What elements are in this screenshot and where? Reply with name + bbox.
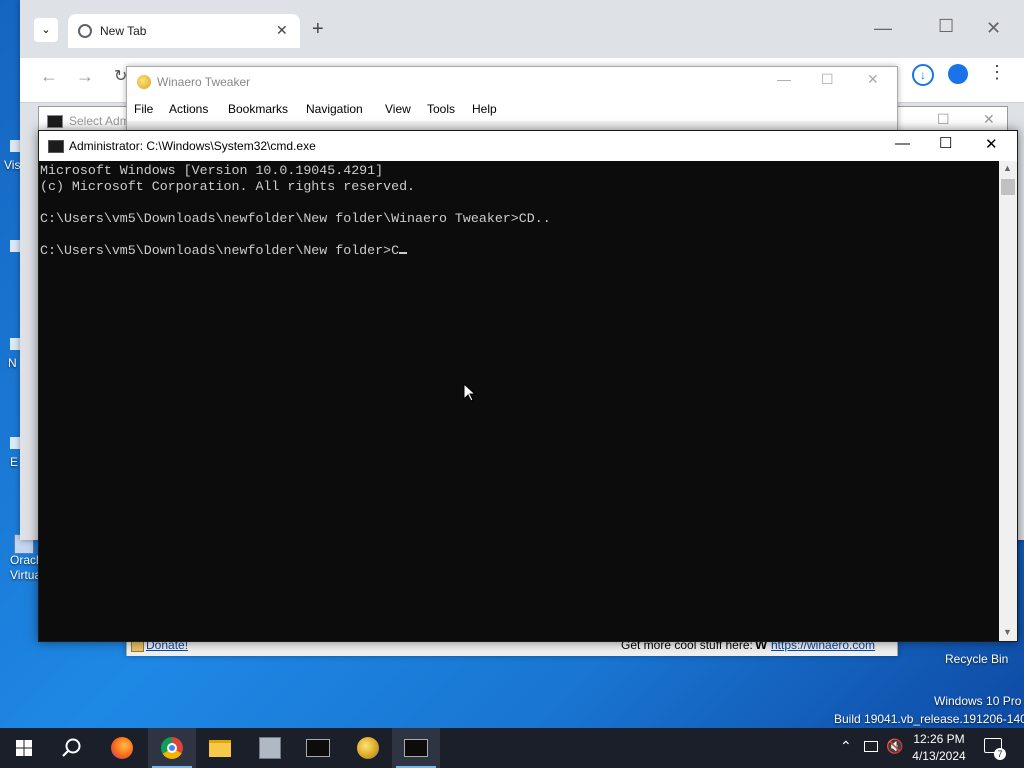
cmd-window-icon [48,140,64,153]
taskbar-search-button[interactable] [48,728,96,768]
chrome-menu-icon[interactable]: ⋮ [988,62,1006,83]
windows-build-watermark: Build 19041.vb_release.191206-1406 [834,712,1024,726]
tab-new-tab[interactable]: New Tab ✕ [68,14,300,48]
cmd-titlebar[interactable]: Administrator: C:\Windows\System32\cmd.e… [39,131,1017,161]
firefox-icon [111,737,133,759]
cmd-active-icon [404,739,428,757]
windows-logo-icon [16,740,32,756]
winaero-icon [357,737,379,759]
new-tab-button[interactable]: + [312,18,324,41]
taskbar-winaero[interactable] [344,728,392,768]
menu-navigation[interactable]: Navigation [306,102,363,116]
winaero-title: Winaero Tweaker [157,75,251,89]
scrollbar-thumb[interactable] [1001,179,1015,195]
menu-actions[interactable]: Actions [169,102,208,116]
console-line: (c) Microsoft Corporation. All rights re… [40,179,416,194]
text-cursor [399,252,408,254]
menu-bookmarks[interactable]: Bookmarks [228,102,288,116]
scroll-down-icon[interactable]: ▼ [1003,627,1012,637]
select-admin-close-icon[interactable]: ✕ [983,111,995,128]
menu-tools[interactable]: Tools [427,102,455,116]
winaero-minimize-icon[interactable]: — [777,71,791,87]
winaero-menubar: File Actions Bookmarks Navigation View T… [127,97,897,121]
tab-close-icon[interactable]: ✕ [276,22,288,39]
clock-time[interactable]: 12:26 PM [904,732,974,746]
taskbar-file-explorer[interactable] [196,728,244,768]
chrome-close-icon[interactable]: ✕ [986,18,1001,39]
taskbar-firefox[interactable] [98,728,146,768]
chrome-minimize-icon[interactable]: — [874,18,892,39]
desktop-icon-label-oracle[interactable]: Oracl Virtua [10,553,41,583]
tab-title: New Tab [100,24,147,38]
network-tool-icon [259,737,281,759]
chrome-icon [161,737,183,759]
select-admin-maximize-icon[interactable]: ☐ [937,111,950,128]
cmd-minimize-icon[interactable]: — [895,135,910,152]
search-icon [62,738,81,757]
clock-date[interactable]: 4/13/2024 [904,749,974,763]
chrome-tab-strip: ⌄ New Tab ✕ + — ☐ ✕ [20,0,1024,58]
menu-help[interactable]: Help [472,102,497,116]
cmd-window[interactable]: Administrator: C:\Windows\System32\cmd.e… [38,130,1018,642]
chrome-maximize-icon[interactable]: ☐ [938,16,954,37]
forward-arrow-icon[interactable]: → [76,66,94,87]
volume-muted-icon[interactable]: 🔇 [886,738,903,755]
desktop-icon-label-e[interactable]: E [10,455,18,469]
tab-search-button[interactable]: ⌄ [34,18,58,42]
file-explorer-icon [209,740,231,757]
cmd-maximize-icon[interactable]: ☐ [939,134,952,152]
console-line: C:\Users\vm5\Downloads\newfolder\New fol… [40,243,400,258]
scroll-up-icon[interactable]: ▲ [1003,163,1012,173]
cmd-scrollbar[interactable]: ▲ ▼ [999,161,1017,641]
console-window-icon [47,115,63,128]
console-line: Microsoft Windows [Version 10.0.19045.42… [40,163,384,178]
taskbar-network-tool[interactable] [246,728,294,768]
desktop-icon-label-n[interactable]: N [8,356,17,370]
menu-view[interactable]: View [385,102,411,116]
profile-avatar-icon[interactable] [948,64,968,84]
taskbar-cmd[interactable] [294,728,342,768]
start-button[interactable] [0,728,48,768]
chevron-down-icon: ⌄ [41,24,51,36]
winaero-logo-icon [137,75,151,89]
mouse-cursor-icon [463,383,477,402]
console-prompt-line: C:\Users\vm5\Downloads\newfolder\New fol… [40,243,999,259]
desktop-icon-label-vis[interactable]: Vis [4,158,20,172]
download-icon[interactable]: ↓ [912,64,934,86]
back-arrow-icon[interactable]: ← [40,66,58,87]
cmd-icon [306,739,330,757]
taskbar-cmd-active[interactable] [392,728,440,768]
console-line: C:\Users\vm5\Downloads\newfolder\New fol… [40,211,551,226]
taskbar-chrome[interactable] [148,728,196,768]
tray-chevron-up-icon[interactable]: ⌃ [840,738,852,755]
winaero-maximize-icon[interactable]: ☐ [821,71,834,88]
select-admin-title: Select Admi [69,114,133,128]
network-icon[interactable] [864,741,878,752]
winaero-titlebar[interactable]: Winaero Tweaker — ☐ ✕ [127,67,897,97]
chrome-favicon-icon [78,24,92,38]
windows-edition-watermark: Windows 10 Pro [934,694,1022,708]
winaero-close-icon[interactable]: ✕ [867,71,879,88]
taskbar: ⌃ 🔇 12:26 PM 4/13/2024 7 [0,728,1024,768]
cmd-close-icon[interactable]: ✕ [985,135,998,153]
cmd-title: Administrator: C:\Windows\System32\cmd.e… [69,139,316,153]
recycle-bin-label[interactable]: Recycle Bin [945,652,1008,666]
menu-file[interactable]: File [134,102,153,116]
cmd-console[interactable]: Microsoft Windows [Version 10.0.19045.42… [39,161,999,641]
notification-badge: 7 [994,748,1006,760]
